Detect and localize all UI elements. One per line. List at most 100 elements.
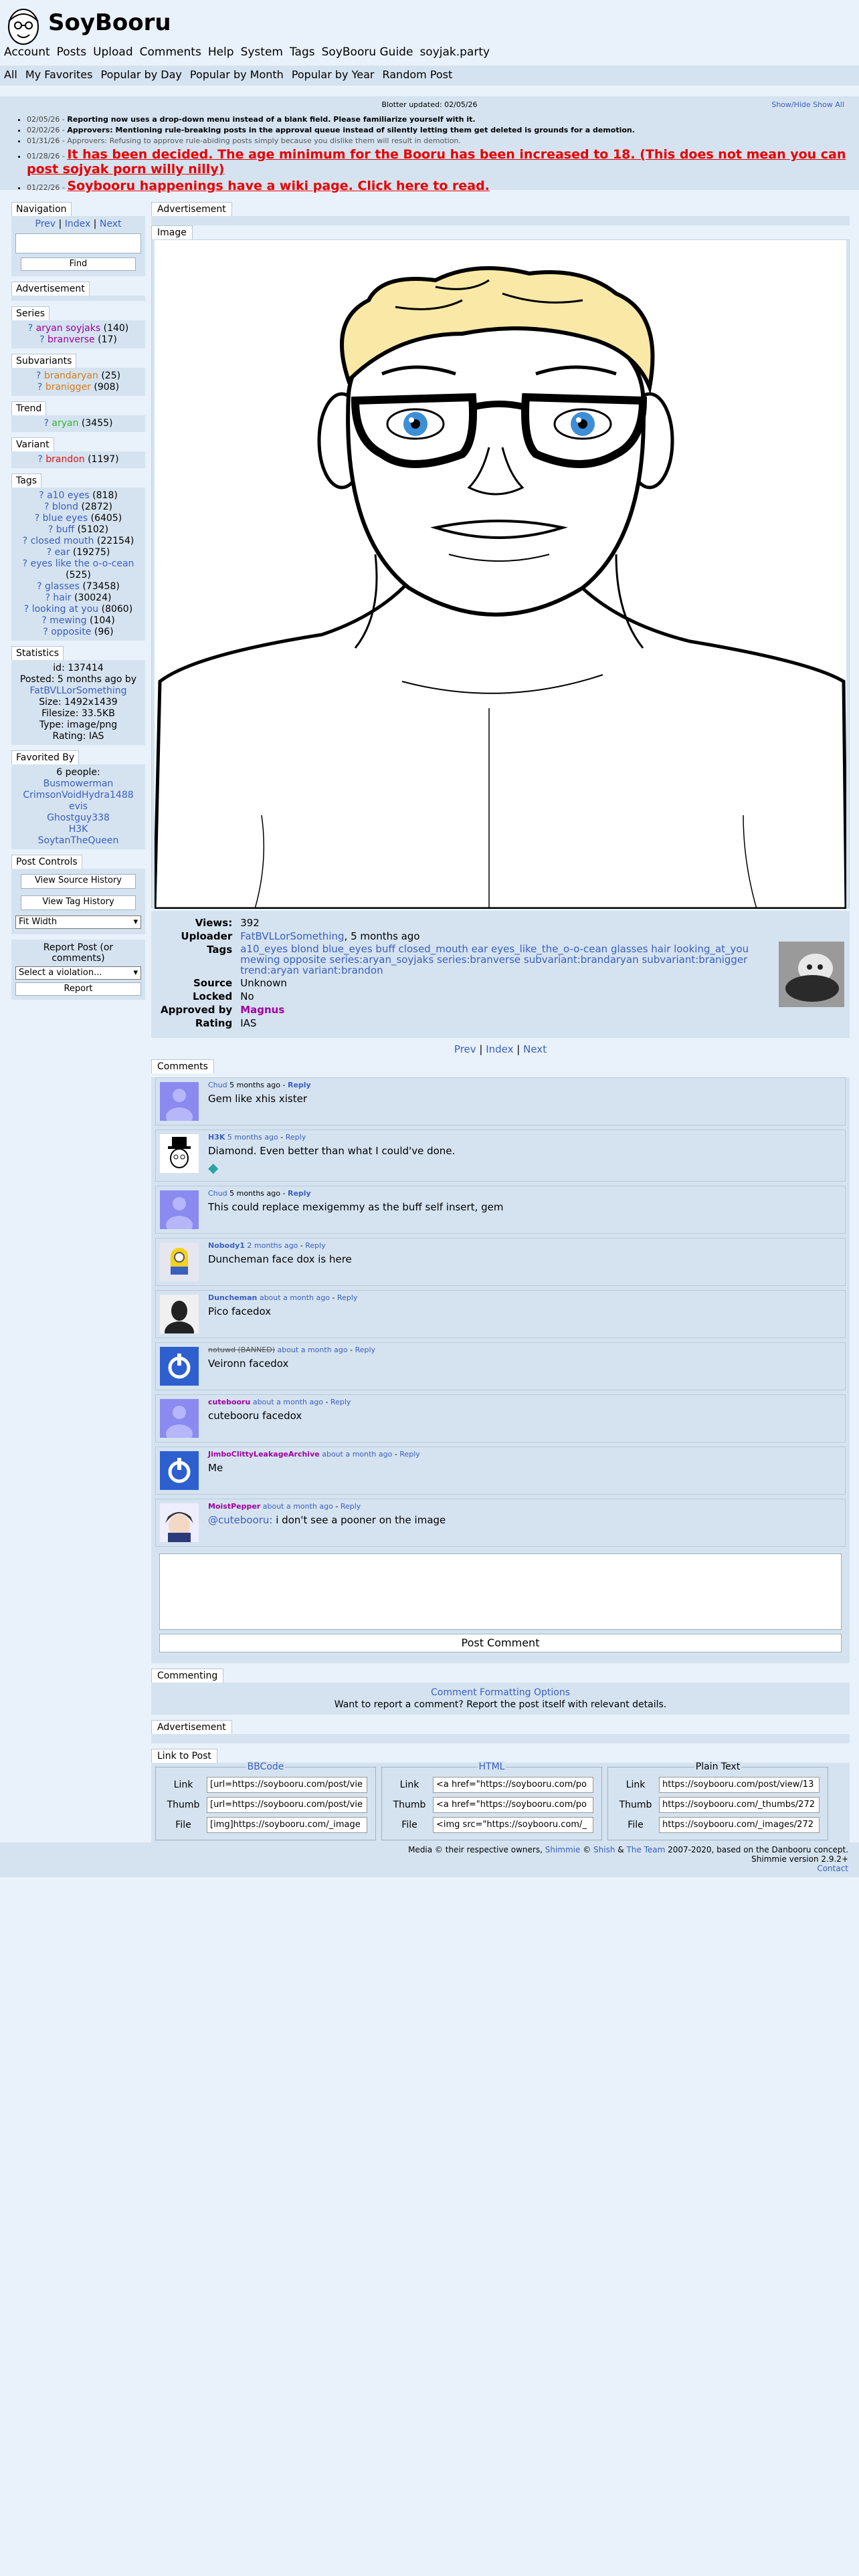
comment-user[interactable]: Duncheman bbox=[208, 1293, 257, 1302]
subnav-my-favorites[interactable]: My Favorites bbox=[25, 68, 93, 81]
approved-by-link[interactable]: Magnus bbox=[236, 1003, 778, 1016]
comment-user[interactable]: JimboClittyLeakageArchive bbox=[208, 1450, 320, 1459]
tag-link[interactable]: opposite bbox=[51, 627, 91, 637]
comment-user[interactable]: H3K bbox=[208, 1133, 225, 1142]
comment-user[interactable]: Chud bbox=[208, 1081, 227, 1089]
comment-user[interactable]: notuwd (BANNED) bbox=[208, 1346, 275, 1354]
post-comment-button[interactable]: Post Comment bbox=[159, 1634, 842, 1652]
report-button[interactable]: Report bbox=[15, 982, 141, 996]
reply-link[interactable]: Reply bbox=[286, 1133, 306, 1142]
reply-link[interactable]: Reply bbox=[355, 1346, 375, 1354]
tag-link[interactable]: branigger bbox=[45, 382, 91, 393]
nav-upload[interactable]: Upload bbox=[93, 45, 133, 59]
paginator-prev-link[interactable]: Prev bbox=[454, 1043, 476, 1055]
nav-comments[interactable]: Comments bbox=[140, 45, 201, 59]
tag-link[interactable]: looking at you bbox=[32, 604, 98, 615]
site-logo-icon[interactable] bbox=[3, 4, 44, 48]
tag-link[interactable]: branverse bbox=[47, 334, 95, 345]
reply-link[interactable]: Reply bbox=[330, 1398, 351, 1406]
team-link[interactable]: The Team bbox=[626, 1845, 665, 1854]
nav-posts[interactable]: Posts bbox=[57, 45, 86, 59]
tag-link[interactable]: brandon bbox=[45, 454, 84, 465]
subnav-popular-month[interactable]: Popular by Month bbox=[190, 68, 284, 81]
fav-user-link[interactable]: SoytanTheQueen bbox=[15, 835, 141, 847]
tag-link[interactable]: a10 eyes bbox=[47, 490, 90, 501]
shimmie-link[interactable]: Shimmie bbox=[545, 1845, 581, 1854]
fit-width-select[interactable]: Fit Width bbox=[15, 916, 141, 929]
tag-link[interactable]: mewing bbox=[50, 615, 86, 626]
paginator-index-link[interactable]: Index bbox=[486, 1043, 513, 1055]
tags-value[interactable]: a10_eyes blond blue_eyes buff closed_mou… bbox=[236, 943, 778, 976]
nav-index-link[interactable]: Index bbox=[65, 219, 91, 229]
tag-link[interactable]: glasses bbox=[45, 581, 80, 592]
fav-user-link[interactable]: evis bbox=[15, 801, 141, 813]
reply-link[interactable]: Reply bbox=[305, 1241, 325, 1250]
contact-link[interactable]: Contact bbox=[0, 1864, 848, 1873]
search-input[interactable] bbox=[15, 233, 141, 253]
poster-link[interactable]: FatBVLLorSomething bbox=[15, 685, 141, 697]
nav-account[interactable]: Account bbox=[4, 45, 50, 59]
bbcode-link-field[interactable]: [url=https://soybooru.com/post/vie bbox=[207, 1777, 367, 1793]
tag-link[interactable]: buff bbox=[56, 524, 74, 535]
subnav-random-post[interactable]: Random Post bbox=[382, 68, 452, 81]
tag-link[interactable]: eyes like the o-o-cean bbox=[30, 558, 134, 569]
blotter-entry: 02/02/26 - Approvers: Mentioning rule-br… bbox=[27, 126, 859, 134]
nav-help[interactable]: Help bbox=[208, 45, 234, 59]
fav-user-link[interactable]: CrimsonVoidHydra1488 bbox=[15, 790, 141, 801]
blotter-wiki-link[interactable]: Soybooru happenings have a wiki page. Cl… bbox=[67, 179, 490, 193]
subnav-all[interactable]: All bbox=[4, 68, 17, 81]
commenting-box: Comment Formatting Options Want to repor… bbox=[151, 1683, 850, 1715]
comment-user[interactable]: Chud bbox=[208, 1189, 227, 1198]
post-image[interactable] bbox=[155, 240, 846, 909]
comment-user[interactable]: MoistPepper bbox=[208, 1502, 260, 1511]
tag-link[interactable]: brandaryan bbox=[44, 370, 98, 381]
find-button[interactable]: Find bbox=[21, 257, 136, 271]
bbcode-thumb-field[interactable]: [url=https://soybooru.com/post/vie bbox=[207, 1797, 367, 1813]
nav-tags[interactable]: Tags bbox=[290, 45, 315, 59]
uploader-avatar[interactable] bbox=[779, 942, 844, 1007]
html-thumb-field[interactable]: <a href="https://soybooru.com/po bbox=[433, 1797, 593, 1813]
fav-user-link[interactable]: Ghostguy338 bbox=[15, 813, 141, 824]
tag-link[interactable]: closed mouth bbox=[31, 536, 94, 546]
tag-link[interactable]: hair bbox=[53, 593, 71, 603]
html-link-field[interactable]: <a href="https://soybooru.com/po bbox=[433, 1777, 593, 1793]
tag-link[interactable]: blue eyes bbox=[43, 513, 88, 524]
tag-link[interactable]: aryan soyjaks bbox=[36, 323, 101, 334]
reply-link[interactable]: Reply bbox=[288, 1081, 311, 1089]
plain-link-field[interactable]: https://soybooru.com/post/view/13 bbox=[659, 1777, 820, 1793]
plain-file-field[interactable]: https://soybooru.com/_images/272 bbox=[659, 1817, 820, 1833]
reply-link[interactable]: Reply bbox=[288, 1189, 311, 1198]
view-tag-history-button[interactable]: View Tag History bbox=[21, 895, 136, 910]
subnav-popular-year[interactable]: Popular by Year bbox=[292, 68, 375, 81]
subnav-popular-day[interactable]: Popular by Day bbox=[100, 68, 181, 81]
nav-next-link[interactable]: Next bbox=[100, 219, 122, 229]
site-title[interactable]: SoyBooru bbox=[48, 9, 171, 36]
nav-guide[interactable]: SoyBooru Guide bbox=[322, 45, 413, 59]
tag-link[interactable]: blond bbox=[52, 502, 78, 512]
blotter-toggle-link[interactable]: Show/Hide Show All bbox=[771, 100, 844, 109]
fav-user-link[interactable]: H3K bbox=[15, 824, 141, 835]
comment-user[interactable]: cutebooru bbox=[208, 1398, 250, 1406]
reply-link[interactable]: Reply bbox=[341, 1502, 361, 1511]
comment-user[interactable]: Nobody1 bbox=[208, 1241, 245, 1250]
comment-textarea[interactable] bbox=[159, 1553, 842, 1630]
fav-user-link[interactable]: Busmowerman bbox=[15, 778, 141, 790]
html-file-field[interactable]: <img src="https://soybooru.com/_ bbox=[433, 1817, 593, 1833]
report-violation-select[interactable]: Select a violation... bbox=[15, 966, 141, 980]
tag-link[interactable]: aryan bbox=[52, 418, 78, 429]
uploader-link[interactable]: FatBVLLorSomething bbox=[240, 930, 344, 942]
reply-link[interactable]: Reply bbox=[399, 1450, 419, 1459]
tag-link[interactable]: ear bbox=[55, 547, 70, 558]
view-source-history-button[interactable]: View Source History bbox=[21, 874, 136, 889]
reply-link[interactable]: Reply bbox=[337, 1293, 357, 1302]
nav-soyjak-party[interactable]: soyjak.party bbox=[419, 45, 490, 59]
plain-thumb-field[interactable]: https://soybooru.com/_thumbs/272 bbox=[659, 1797, 820, 1813]
nav-prev-link[interactable]: Prev bbox=[35, 219, 56, 229]
blotter-age-notice-link[interactable]: It has been decided. The age minimum for… bbox=[27, 147, 846, 177]
paginator-next-link[interactable]: Next bbox=[523, 1043, 547, 1055]
comment-formatting-link[interactable]: Comment Formatting Options bbox=[151, 1687, 850, 1699]
bbcode-file-field[interactable]: [img]https://soybooru.com/_image bbox=[207, 1817, 367, 1833]
shish-link[interactable]: Shish bbox=[593, 1845, 615, 1854]
mention-link[interactable]: @cutebooru: bbox=[208, 1514, 272, 1526]
nav-system[interactable]: System bbox=[241, 45, 283, 59]
